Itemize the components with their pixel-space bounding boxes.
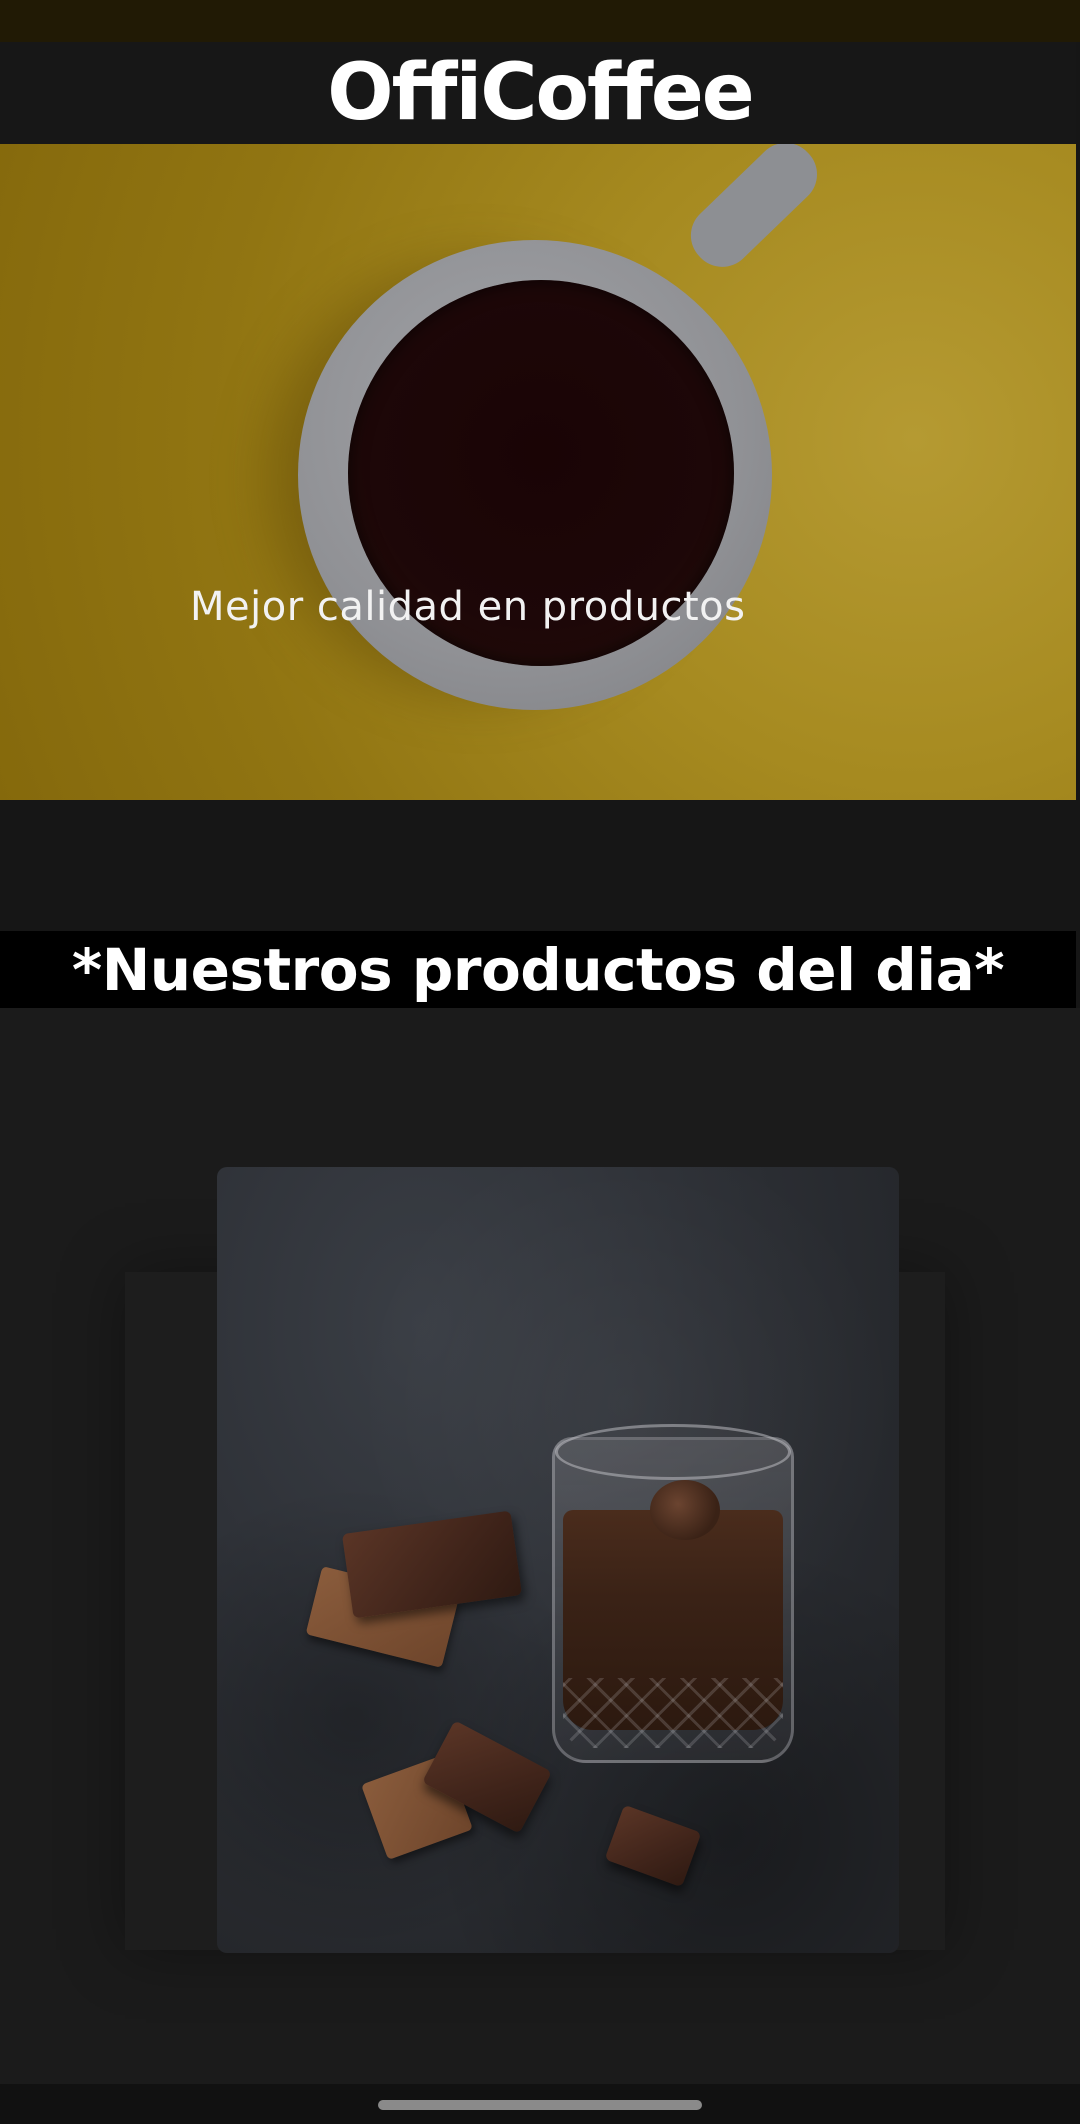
cup-handle	[678, 144, 830, 280]
product-image[interactable]	[217, 1167, 899, 1953]
home-indicator[interactable]	[378, 2100, 702, 2110]
drink-splash	[650, 1480, 720, 1540]
glass-cut-pattern	[563, 1678, 783, 1748]
hero-banner: Mejor calidad en productos	[0, 144, 1076, 800]
hero-caption: Mejor calidad en productos	[190, 584, 746, 630]
section-heading: *Nuestros productos del dia*	[0, 931, 1076, 1008]
app-screen: OffiCoffee Mejor calidad en productos *N…	[0, 0, 1080, 2124]
glass-rim	[555, 1424, 791, 1480]
app-title: OffiCoffee	[327, 48, 754, 138]
drink-glass	[552, 1424, 794, 1763]
status-bar	[0, 0, 1080, 42]
section-heading-text: *Nuestros productos del dia*	[71, 935, 1005, 1004]
app-header: OffiCoffee	[0, 42, 1076, 144]
